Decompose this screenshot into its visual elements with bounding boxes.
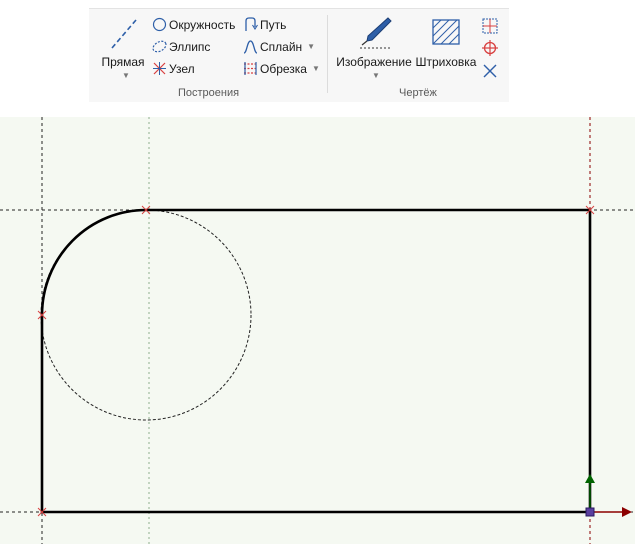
image-dropdown-icon[interactable]: ▼: [372, 71, 380, 80]
spline-label: Сплайн: [260, 39, 303, 54]
path-button[interactable]: Путь: [243, 17, 286, 32]
node-label: Узел: [169, 61, 195, 76]
ribbon-toolbar: Прямая ▼ Окружность Эллипс Узел Путь Спл…: [89, 8, 509, 102]
line-button[interactable]: Прямая ▼: [95, 13, 151, 83]
node-icon: [153, 62, 166, 75]
spline-button[interactable]: Сплайн ▼: [243, 39, 315, 54]
cross-icon[interactable]: [482, 63, 498, 79]
drawing-svg[interactable]: [0, 117, 635, 544]
node-button[interactable]: Узел: [152, 61, 195, 76]
ellipse-button[interactable]: Эллипс: [152, 39, 210, 54]
axis-x-arrow: [590, 507, 632, 517]
line-label: Прямая: [101, 55, 145, 69]
circle-icon: [152, 17, 167, 32]
circle-label: Окружность: [169, 17, 236, 32]
hatch-button[interactable]: Штриховка: [415, 13, 477, 73]
hatch-icon: [432, 19, 460, 45]
path-label: Путь: [260, 17, 287, 32]
spline-dropdown-icon[interactable]: ▼: [307, 42, 315, 51]
drawing-canvas[interactable]: [0, 117, 635, 544]
spline-icon: [243, 40, 258, 54]
trim-button[interactable]: Обрезка ▼: [243, 61, 320, 76]
trim-label: Обрезка: [260, 61, 307, 76]
image-label: Изображение: [336, 55, 412, 69]
chevron-down-icon[interactable]: ▼: [122, 71, 130, 80]
ellipse-label: Эллипс: [169, 39, 211, 54]
pen-icon: [360, 17, 392, 49]
group-separator: [327, 15, 328, 93]
image-button[interactable]: Изображение ▼: [334, 13, 414, 83]
line-icon: [111, 19, 137, 49]
target-icon[interactable]: [482, 40, 498, 56]
group-construct-title: Построения: [178, 87, 240, 99]
group-drawing-title: Чертёж: [399, 87, 437, 99]
path-icon: [245, 17, 258, 31]
circle-button[interactable]: Окружность: [152, 17, 235, 32]
axis-y-arrow: [585, 474, 595, 512]
snap-grid-icon[interactable]: [482, 18, 498, 34]
origin-point[interactable]: [585, 507, 595, 517]
contour-outline[interactable]: [40, 208, 592, 514]
trim-icon: [244, 62, 257, 75]
ellipse-icon: [152, 40, 167, 53]
trim-dropdown-icon[interactable]: ▼: [312, 64, 320, 73]
hatch-label: Штриховка: [415, 55, 477, 69]
